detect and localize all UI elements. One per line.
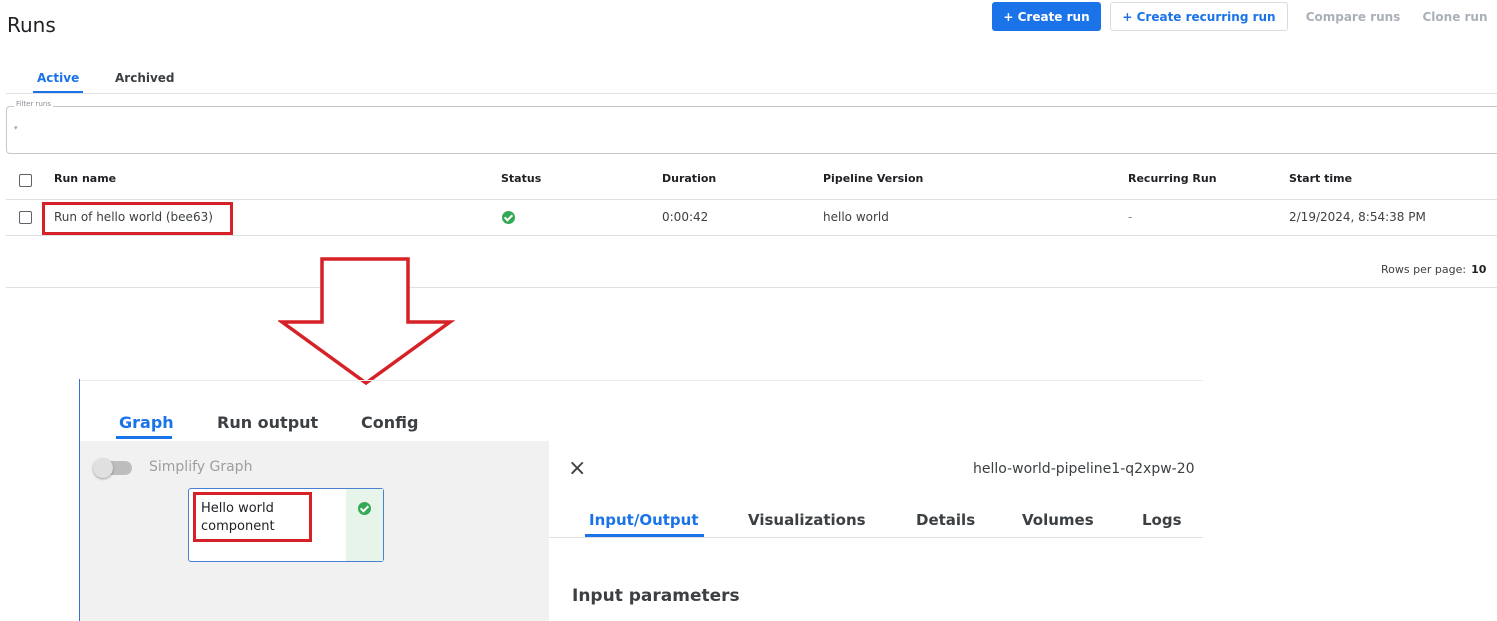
- highlight-box-node: [193, 492, 312, 542]
- tabs-divider: [6, 93, 1497, 94]
- filter-runs-input[interactable]: [6, 106, 1497, 154]
- row-checkbox[interactable]: [19, 211, 32, 224]
- pagination-divider: [6, 287, 1497, 288]
- run-id-title: hello-world-pipeline1-q2xpw-20: [973, 461, 1195, 477]
- tab-visualizations[interactable]: Visualizations: [748, 511, 866, 529]
- select-all-checkbox[interactable]: [19, 174, 32, 187]
- tab-volumes[interactable]: Volumes: [1022, 511, 1094, 529]
- run-detail-top-border: [80, 380, 1203, 381]
- compare-runs-button[interactable]: Compare runs: [1297, 2, 1409, 31]
- tab-archived[interactable]: Archived: [115, 71, 175, 85]
- column-header-status[interactable]: Status: [501, 172, 541, 185]
- node-status-bar: [346, 489, 383, 561]
- close-icon[interactable]: ×: [568, 458, 586, 480]
- tab-graph[interactable]: Graph: [119, 413, 174, 432]
- success-check-icon: [502, 211, 515, 224]
- filter-dropdown-icon[interactable]: ▾: [14, 124, 18, 132]
- start-time-cell: 2/19/2024, 8:54:38 PM: [1289, 210, 1426, 224]
- graph-tab-indicator: [116, 436, 172, 439]
- tab-config[interactable]: Config: [361, 413, 418, 432]
- pipeline-version-link[interactable]: hello world: [823, 210, 889, 224]
- simplify-graph-toggle-knob[interactable]: [93, 458, 113, 478]
- column-header-run-name[interactable]: Run name: [54, 172, 116, 185]
- clone-run-button[interactable]: Clone run: [1413, 2, 1497, 31]
- tab-logs[interactable]: Logs: [1142, 511, 1182, 529]
- recurring-run-cell: -: [1128, 210, 1133, 224]
- row-divider: [6, 235, 1497, 236]
- column-header-start-time[interactable]: Start time: [1289, 172, 1352, 185]
- create-run-button[interactable]: + Create run: [992, 2, 1101, 31]
- simplify-graph-label: Simplify Graph: [149, 459, 253, 475]
- highlight-box-run-name: [42, 202, 233, 235]
- node-success-check-icon: [358, 502, 371, 515]
- tab-run-output[interactable]: Run output: [217, 413, 318, 432]
- tab-active[interactable]: Active: [37, 71, 79, 85]
- column-header-pipeline-version[interactable]: Pipeline Version: [823, 172, 923, 185]
- column-header-recurring-run[interactable]: Recurring Run: [1128, 172, 1217, 185]
- create-recurring-run-button[interactable]: + Create recurring run: [1110, 2, 1288, 31]
- tab-details[interactable]: Details: [916, 511, 975, 529]
- down-arrow-icon: [278, 257, 456, 386]
- table-header-divider: [6, 199, 1497, 200]
- rows-per-page-label: Rows per page:: [1381, 263, 1467, 276]
- rows-per-page: Rows per page: 10: [1381, 263, 1486, 276]
- duration-cell: 0:00:42: [662, 210, 709, 224]
- tab-input-output[interactable]: Input/Output: [589, 511, 699, 529]
- input-parameters-heading: Input parameters: [572, 586, 740, 606]
- column-header-duration[interactable]: Duration: [662, 172, 716, 185]
- filter-runs-label: Filter runs: [14, 100, 53, 108]
- page-title: Runs: [7, 13, 56, 37]
- rows-per-page-select[interactable]: 10: [1471, 263, 1486, 276]
- detail-tabs-divider: [549, 537, 1203, 538]
